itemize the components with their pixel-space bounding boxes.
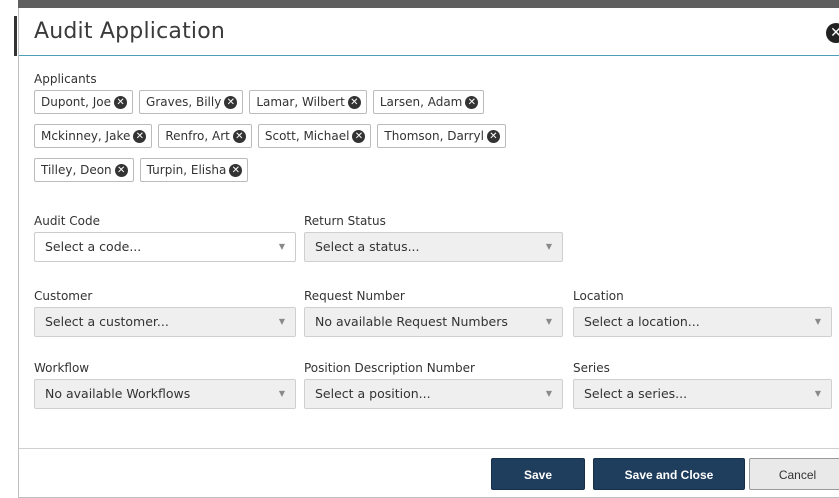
chip-label: Dupont, Joe	[41, 95, 112, 109]
position-description-number-value: Select a position...	[315, 386, 431, 401]
position-description-number-label: Position Description Number	[304, 361, 475, 375]
chip-label: Mckinney, Jake	[41, 129, 131, 143]
background-page-edge	[0, 0, 18, 498]
applicant-chip: Turpin, Elisha ✕	[139, 158, 249, 182]
chevron-down-icon: ▼	[278, 317, 285, 326]
chip-label: Lamar, Wilbert	[256, 95, 345, 109]
series-select[interactable]: Select a series... ▼	[573, 379, 832, 409]
chevron-down-icon: ▼	[545, 242, 552, 251]
remove-chip-icon[interactable]: ✕	[114, 96, 128, 109]
applicant-chip: Mckinney, Jake ✕	[34, 124, 153, 148]
return-status-select[interactable]: Select a status... ▼	[304, 232, 563, 262]
position-description-number-select[interactable]: Select a position... ▼	[304, 379, 563, 409]
chip-label: Larsen, Adam	[379, 95, 463, 109]
background-page-line	[14, 16, 17, 56]
applicants-chip-list: Dupont, Joe ✕ Graves, Billy ✕ Lamar, Wilbert…	[34, 90, 574, 192]
background-window-bar	[0, 0, 839, 8]
chip-label: Graves, Billy	[146, 95, 222, 109]
applicant-chip: Graves, Billy ✕	[139, 90, 244, 114]
chip-label: Tilley, Deon	[41, 163, 112, 177]
chevron-down-icon: ▼	[278, 242, 285, 251]
customer-select[interactable]: Select a customer... ▼	[34, 307, 296, 337]
remove-chip-icon[interactable]: ✕	[486, 130, 500, 143]
workflow-value: No available Workflows	[45, 386, 191, 401]
chevron-down-icon: ▼	[814, 317, 821, 326]
close-icon[interactable]: ✕	[826, 23, 839, 43]
chip-row: Dupont, Joe ✕ Graves, Billy ✕ Lamar, Wilbert…	[34, 90, 574, 114]
location-label: Location	[573, 289, 624, 303]
remove-chip-icon[interactable]: ✕	[232, 130, 246, 143]
chevron-down-icon: ▼	[545, 389, 552, 398]
remove-chip-icon[interactable]: ✕	[114, 164, 128, 177]
save-and-close-button[interactable]: Save and Close	[593, 458, 745, 490]
audit-application-dialog: Audit Application ✕ Applicants Dupont, J…	[18, 8, 839, 498]
series-value: Select a series...	[584, 386, 688, 401]
customer-label: Customer	[34, 289, 93, 303]
applicant-chip: Tilley, Deon ✕	[34, 158, 134, 182]
applicant-chip: Larsen, Adam ✕	[372, 90, 485, 114]
request-number-label: Request Number	[304, 289, 405, 303]
return-status-value: Select a status...	[315, 239, 420, 254]
chip-label: Thomson, Darryl	[384, 129, 484, 143]
remove-chip-icon[interactable]: ✕	[229, 164, 243, 177]
applicant-chip: Scott, Michael ✕	[257, 124, 372, 148]
applicant-chip: Renfro, Art ✕	[158, 124, 252, 148]
request-number-select[interactable]: No available Request Numbers ▼	[304, 307, 563, 337]
chip-label: Scott, Michael	[264, 129, 350, 143]
audit-code-value: Select a code...	[45, 239, 142, 254]
audit-code-label: Audit Code	[34, 214, 101, 228]
dialog-header: Audit Application ✕	[19, 8, 839, 56]
location-select[interactable]: Select a location... ▼	[573, 307, 832, 337]
workflow-label: Workflow	[34, 361, 90, 375]
location-value: Select a location...	[584, 314, 700, 329]
request-number-value: No available Request Numbers	[315, 314, 508, 329]
chevron-down-icon: ▼	[278, 389, 285, 398]
return-status-label: Return Status	[304, 214, 386, 228]
chip-row: Tilley, Deon ✕ Turpin, Elisha ✕	[34, 158, 574, 182]
workflow-select[interactable]: No available Workflows ▼	[34, 379, 296, 409]
applicant-chip: Lamar, Wilbert ✕	[249, 90, 367, 114]
customer-value: Select a customer...	[45, 314, 169, 329]
audit-code-select[interactable]: Select a code... ▼	[34, 232, 296, 262]
chip-label: Turpin, Elisha	[146, 163, 227, 177]
chip-label: Renfro, Art	[165, 129, 230, 143]
dialog-footer: Save Save and Close Cancel	[19, 448, 839, 498]
remove-chip-icon[interactable]: ✕	[347, 96, 361, 109]
applicant-chip: Thomson, Darryl ✕	[377, 124, 506, 148]
applicants-label: Applicants	[34, 72, 97, 86]
chevron-down-icon: ▼	[545, 317, 552, 326]
save-button[interactable]: Save	[491, 458, 585, 490]
chevron-down-icon: ▼	[814, 389, 821, 398]
series-label: Series	[573, 361, 610, 375]
chip-row: Mckinney, Jake ✕ Renfro, Art ✕ Scott, Michae…	[34, 124, 574, 148]
remove-chip-icon[interactable]: ✕	[224, 96, 238, 109]
remove-chip-icon[interactable]: ✕	[465, 96, 479, 109]
remove-chip-icon[interactable]: ✕	[133, 130, 147, 143]
remove-chip-icon[interactable]: ✕	[352, 130, 366, 143]
cancel-button[interactable]: Cancel	[749, 458, 839, 490]
dialog-title: Audit Application	[34, 19, 226, 44]
applicant-chip: Dupont, Joe ✕	[34, 90, 134, 114]
